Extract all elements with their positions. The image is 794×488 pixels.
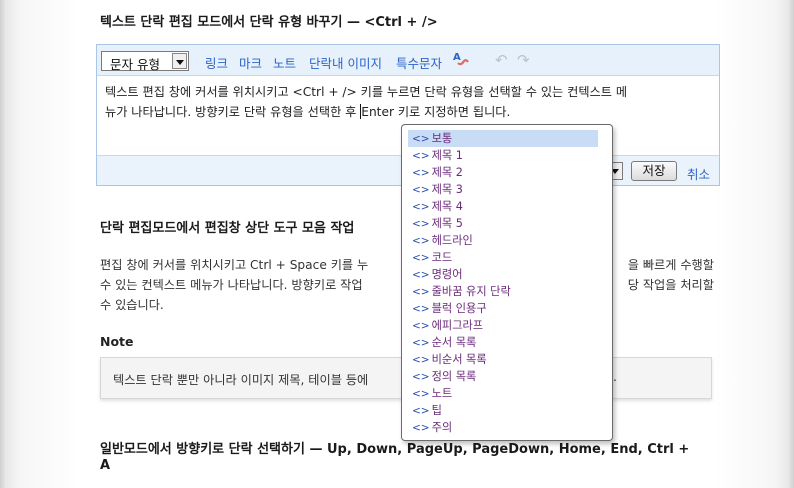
menu-item[interactable]: <> 비순서 목록 (408, 351, 598, 368)
menu-item-label: 블럭 인용구 (431, 302, 487, 315)
paragraph-tag-icon: <> (412, 235, 430, 247)
menu-item[interactable]: <> 제목 3 (408, 181, 598, 198)
menu-item[interactable]: <> 제목 1 (408, 147, 598, 164)
toolbar-mark-button[interactable]: 마크 (239, 53, 262, 72)
menu-item[interactable]: <> 코드 (408, 249, 598, 266)
menu-item[interactable]: <> 블럭 인용구 (408, 300, 598, 317)
note-text-a: 텍스트 단락 뿐만 아니라 이미지 제목, 테이블 등에 (113, 373, 369, 387)
toolbar-inline-image-button[interactable]: 단락내 이미지 (309, 53, 382, 72)
menu-item-label: 에피그라프 (431, 319, 484, 332)
paragraph-tag-icon: <> (412, 184, 430, 196)
menu-item-label: 정의 목록 (431, 370, 477, 383)
redo-icon[interactable]: ↷ (517, 53, 533, 68)
menu-item-label: 보통 (431, 132, 453, 145)
paragraph-tag-icon: <> (412, 252, 430, 264)
paragraph-tag-icon: <> (412, 133, 430, 145)
menu-item[interactable]: <> 제목 5 (408, 215, 598, 232)
menu-item[interactable]: <> 정의 목록 (408, 368, 598, 385)
menu-item[interactable]: <> 제목 4 (408, 198, 598, 215)
text-type-select-value: 문자 유형 (110, 57, 160, 72)
menu-item-label: 제목 2 (431, 166, 463, 179)
paragraph-tag-icon: <> (412, 218, 430, 230)
toolbar-link-button[interactable]: 링크 (205, 53, 228, 72)
menu-item-label: 줄바꿈 유지 단락 (431, 285, 511, 298)
menu-item[interactable]: <> 에피그라프 (408, 317, 598, 334)
menu-scrollbar[interactable] (603, 130, 609, 435)
paragraph-tag-icon: <> (412, 201, 430, 213)
menu-item-label: 코드 (431, 251, 453, 264)
para-line-1-b: 을 빠르게 수행할 (627, 258, 714, 272)
edit-text-line-2-a: 뉴가 나타납니다. 방향키로 단락 유형을 선택한 후 (105, 105, 361, 119)
section-heading-arrow-select-cont: A (100, 458, 111, 473)
paragraph-tag-icon: <> (412, 422, 430, 434)
paragraph-tag-icon: <> (412, 150, 430, 162)
menu-item[interactable]: <> 노트 (408, 385, 598, 402)
toolbar-note-button[interactable]: 노트 (273, 53, 296, 72)
menu-item[interactable]: <> 순서 목록 (408, 334, 598, 351)
menu-item[interactable]: <> 보통 (408, 130, 598, 147)
editor-toolbar: 문자 유형 링크 마크 노트 단락내 이미지 특수문자 A ↶ ↷ (97, 45, 719, 76)
menu-item-label: 제목 3 (431, 183, 463, 196)
menu-item-label: 비순서 목록 (431, 353, 487, 366)
paragraph-tag-icon: <> (412, 405, 430, 417)
page-shadow-right (714, 0, 794, 488)
menu-item[interactable]: <> 팁 (408, 402, 598, 419)
edit-text-line-1: 텍스트 편집 창에 커서를 위치시키고 <Ctrl + /> 키를 누르면 단락… (105, 85, 628, 99)
menu-item-label: 명령어 (431, 268, 463, 281)
note-text-b: . (613, 370, 617, 384)
toolbar-special-char-button[interactable]: 특수문자 (396, 53, 442, 72)
para-line-2-b: 당 작업을 처리할 (627, 278, 714, 292)
spellcheck-icon[interactable]: A (452, 50, 470, 68)
paragraph-tag-icon: <> (412, 354, 430, 366)
menu-item-label: 제목 5 (431, 217, 463, 230)
menu-item[interactable]: <> 명령어 (408, 266, 598, 283)
paragraph-tag-icon: <> (412, 286, 430, 298)
chevron-down-icon (172, 53, 187, 69)
paragraph-tag-icon: <> (412, 320, 430, 332)
paragraph-tag-icon: <> (412, 388, 430, 400)
text-type-select[interactable]: 문자 유형 (101, 51, 189, 72)
menu-item-label: 팁 (431, 404, 442, 417)
cancel-button[interactable]: 취소 (687, 164, 710, 183)
menu-item[interactable]: <> 헤드라인 (408, 232, 598, 249)
paragraph-tag-icon: <> (412, 371, 430, 383)
paragraph-tag-icon: <> (412, 303, 430, 315)
save-button[interactable]: 저장 (631, 161, 677, 181)
para-line-2-a: 수 있는 컨텍스트 메뉴가 나타납니다. 방향키로 작업 (100, 278, 363, 292)
menu-item-label: 제목 4 (431, 200, 463, 213)
undo-icon[interactable]: ↶ (495, 53, 511, 68)
section-heading-toolbar-work: 단락 편집모드에서 편집창 상단 도구 모음 작업 (100, 221, 355, 236)
edit-text-line-2-b: Enter 키로 지정하면 됩니다. (361, 105, 511, 119)
menu-item-label: 노트 (431, 387, 453, 400)
section-heading-paragraph-type: 텍스트 단락 편집 모드에서 단락 유형 바꾸기 — <Ctrl + /> (100, 15, 438, 30)
menu-item-label: 순서 목록 (431, 336, 477, 349)
menu-item-label: 헤드라인 (431, 234, 473, 247)
paragraph-tag-icon: <> (412, 269, 430, 281)
paragraph-type-context-menu: <> 보통 <> 제목 1 <> 제목 2 <> 제목 3 <> 제목 4 <> 제목 5 <> 헤드라인… (401, 124, 613, 441)
paragraph-tag-icon: <> (412, 337, 430, 349)
svg-text:A: A (453, 52, 461, 63)
menu-item-label: 주의 (431, 421, 453, 434)
para-line-1-a: 편집 창에 커서를 위치시키고 Ctrl + Space 키를 누 (100, 258, 369, 272)
menu-item[interactable]: <> 주의 (408, 419, 598, 436)
page-shadow-left (0, 0, 80, 488)
menu-item-label: 제목 1 (431, 149, 463, 162)
edit-text-line-2: 뉴가 나타납니다. 방향키로 단락 유형을 선택한 후 Enter 키로 지정하… (105, 102, 711, 122)
note-title: Note (100, 334, 134, 349)
menu-list: <> 보통 <> 제목 1 <> 제목 2 <> 제목 3 <> 제목 4 <> 제목 5 <> 헤드라인… (408, 130, 598, 436)
paragraph-tag-icon: <> (412, 167, 430, 179)
menu-item[interactable]: <> 줄바꿈 유지 단락 (408, 283, 598, 300)
menu-item[interactable]: <> 제목 2 (408, 164, 598, 181)
